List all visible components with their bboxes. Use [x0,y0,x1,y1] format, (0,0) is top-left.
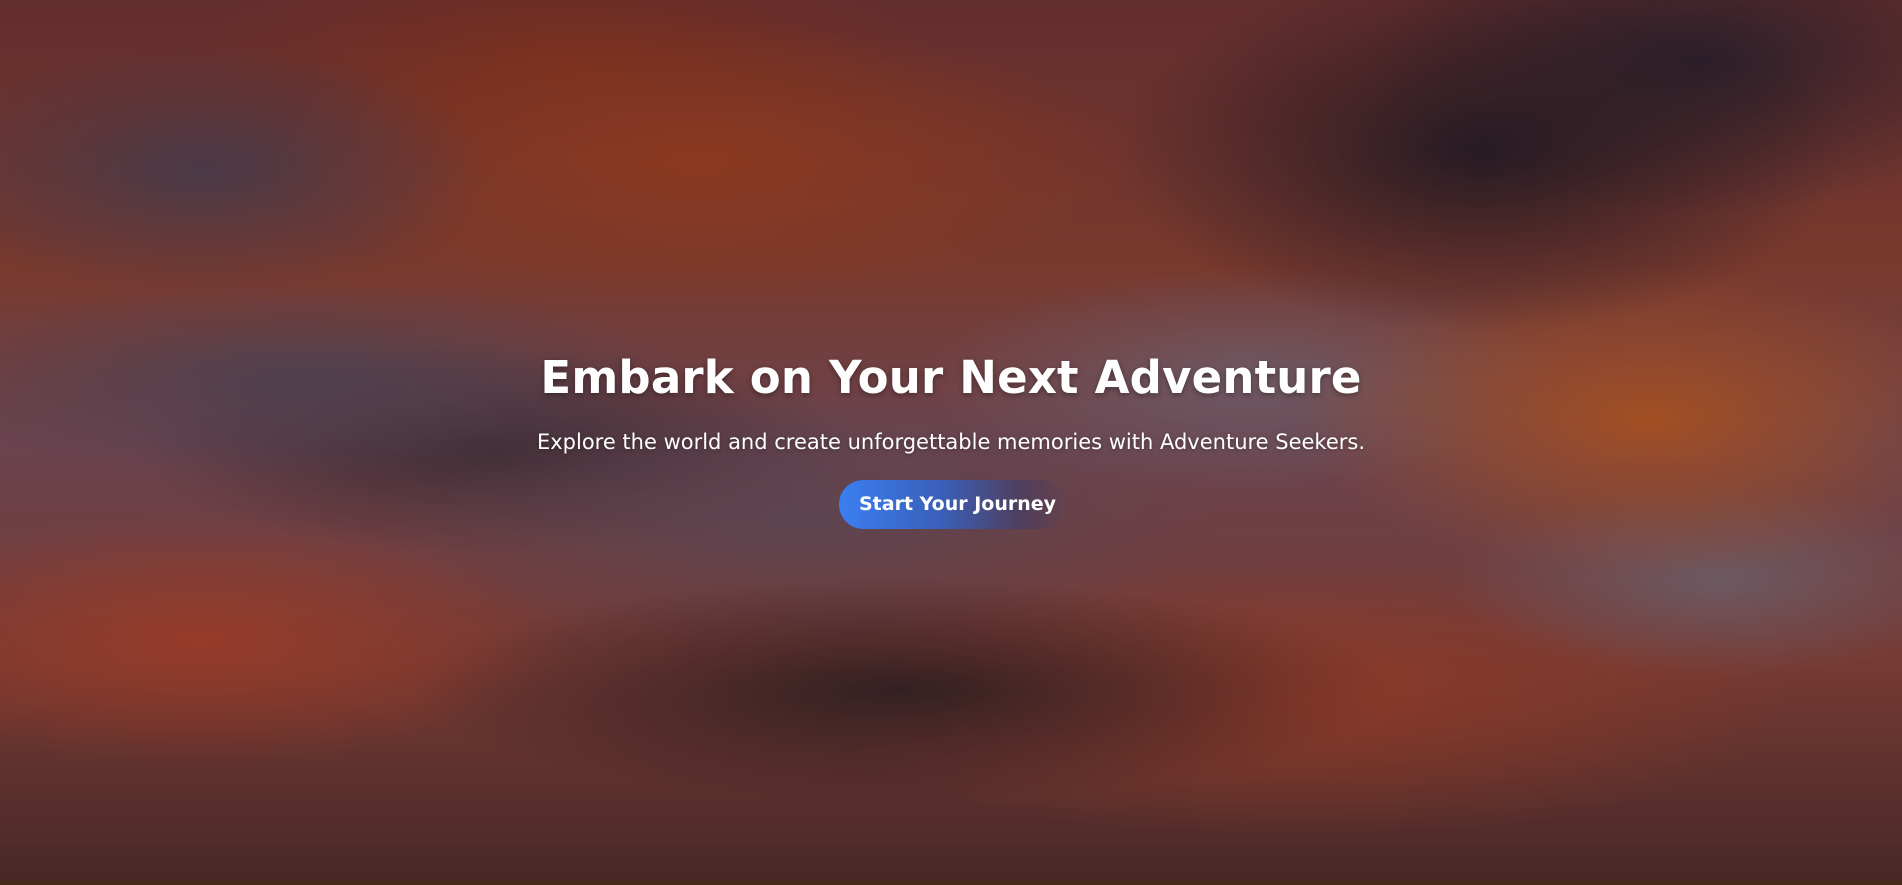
background-bottom-edge [0,877,1902,885]
hero-subtitle: Explore the world and create unforgettab… [536,430,1366,454]
hero-section: Embark on Your Next Adventure Explore th… [0,0,1902,885]
start-journey-button[interactable]: Start Your Journey [839,480,1067,529]
hero-title: Embark on Your Next Adventure [540,351,1362,404]
